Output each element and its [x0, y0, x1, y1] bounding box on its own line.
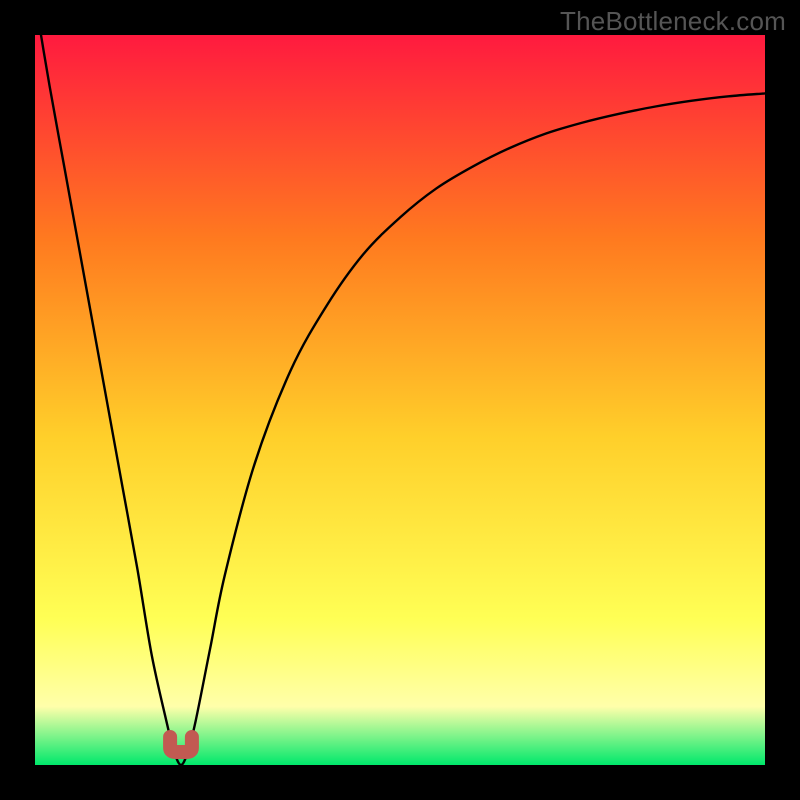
- watermark-text: TheBottleneck.com: [560, 6, 786, 37]
- chart-area: [35, 35, 765, 765]
- outer-frame: TheBottleneck.com: [0, 0, 800, 800]
- gradient-background: [35, 35, 765, 765]
